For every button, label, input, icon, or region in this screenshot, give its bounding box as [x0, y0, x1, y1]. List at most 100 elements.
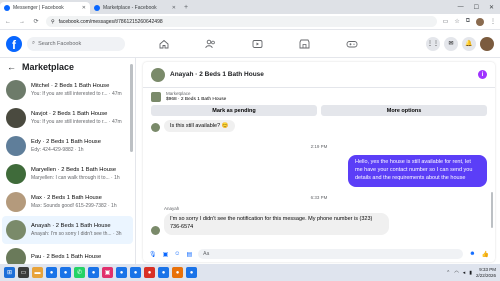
panel-title: Marketplace — [22, 62, 75, 72]
conversation-list-scrollbar[interactable] — [130, 64, 133, 152]
conversation-text: Navjot · 2 Beds 1 Bath House You: If you … — [31, 111, 129, 125]
friends-icon[interactable] — [187, 30, 234, 58]
facebook-main-nav — [140, 30, 375, 58]
close-tab-icon[interactable]: ✕ — [82, 5, 86, 11]
profile-avatar[interactable] — [476, 17, 484, 26]
chrome-icon[interactable]: ● — [158, 267, 169, 278]
chat-scrollbar[interactable] — [491, 192, 493, 228]
back-icon[interactable]: ← — [4, 19, 12, 25]
bookmark-star-icon[interactable]: ☆ — [454, 18, 459, 25]
reload-icon[interactable]: ⟳ — [32, 18, 40, 25]
clock-time: 9:33 PM — [479, 267, 496, 273]
conversation-snippet: Anayah: I'm so sorry I didn't see th... … — [31, 231, 122, 237]
like-icon[interactable]: 👍 — [482, 251, 489, 258]
home-icon[interactable] — [140, 30, 187, 58]
chrome-icon[interactable]: ● — [88, 267, 99, 278]
outgoing-message[interactable]: Hello, yes the house is still available … — [348, 155, 487, 187]
gif-icon[interactable]: ▤ — [186, 251, 192, 258]
chrome-icon[interactable]: ● — [46, 267, 57, 278]
listing-summary[interactable]: Marketplace $968 · 2 Beds 1 Bath House — [143, 88, 495, 105]
sticker-icon[interactable]: ☺ — [174, 251, 180, 257]
conversation-text: Edy · 2 Beds 1 Bath House Edy: 424-429-98… — [31, 139, 129, 153]
conversation-item[interactable]: Navjot · 2 Beds 1 Bath House You: If you … — [0, 104, 135, 132]
facebook-logo[interactable]: f — [6, 35, 22, 52]
messenger-icon[interactable]: ✉ — [444, 36, 458, 51]
file-explorer-icon[interactable]: ▬ — [32, 267, 43, 278]
url-field[interactable]: ⚲ facebook.com/messages/t/78612152606424… — [46, 16, 437, 27]
chat-title[interactable]: Anayah · 2 Beds 1 Bath House — [170, 71, 264, 78]
conversation-item[interactable]: Mitchel · 2 Beds 1 Bath House You: If you… — [0, 76, 135, 104]
whatsapp-icon[interactable]: ✆ — [74, 267, 85, 278]
conversation-name: Maryellen · 2 Beds 1 Bath House — [31, 167, 117, 173]
marketplace-icon[interactable] — [281, 30, 328, 58]
conversation-item[interactable]: Edy · 2 Beds 1 Bath House Edy: 424-429-98… — [0, 132, 135, 160]
windows-start-icon[interactable]: ⊞ — [4, 267, 15, 278]
listing-thumbnail — [151, 91, 161, 102]
address-bar-row: ← → ⟳ ⚲ facebook.com/messages/t/78612152… — [0, 14, 500, 30]
sender-avatar — [151, 225, 160, 235]
message-bubble[interactable]: Is this still available? 😊 — [164, 120, 235, 132]
conversation-text: Pau · 2 Beds 1 Bath House — [31, 254, 129, 262]
system-clock[interactable]: 9:33 PM 2/22/2026 — [476, 267, 496, 278]
close-window-button[interactable]: ✕ — [489, 4, 494, 11]
conversation-item[interactable]: Pau · 2 Beds 1 Bath House — [0, 244, 135, 264]
mark-as-pending-button[interactable]: Mark as pending — [151, 105, 317, 116]
account-avatar[interactable] — [480, 36, 494, 51]
browser-menu-icon[interactable]: ⋮ — [490, 18, 496, 25]
info-icon[interactable]: i — [478, 70, 487, 79]
app-icon[interactable]: ● — [172, 267, 183, 278]
video-icon[interactable] — [234, 30, 281, 58]
app-icon[interactable]: ● — [144, 267, 155, 278]
cast-icon[interactable]: ▭ — [443, 18, 449, 25]
photos-icon[interactable]: ▣ — [102, 267, 113, 278]
facebook-header-right: ⋮⋮ ✉ 🔔 — [426, 36, 494, 51]
emoji-icon[interactable]: ☻ — [469, 251, 475, 257]
minimize-button[interactable]: — — [458, 4, 464, 10]
sender-avatar — [151, 123, 160, 132]
chrome-icon[interactable]: ● — [130, 267, 141, 278]
menu-grid-icon[interactable]: ⋮⋮ — [426, 36, 440, 51]
bell-icon[interactable]: 🔔 — [462, 36, 476, 51]
conversation-item[interactable]: Maryellen · 2 Beds 1 Bath House Maryellen… — [0, 160, 135, 188]
chrome-icon[interactable]: ● — [60, 267, 71, 278]
conversation-text: Maryellen · 2 Beds 1 Bath House Maryellen… — [31, 167, 129, 181]
conversation-avatar — [6, 164, 26, 184]
conversation-text: Anayah · 2 Beds 1 Bath House Anayah: I'm … — [31, 223, 129, 237]
tab-marketplace[interactable]: Marketplace - Facebook ✕ — [90, 2, 180, 14]
conversation-item[interactable]: Max · 2 Beds 1 Bath House Max: Sounds goo… — [0, 188, 135, 216]
listing-price: $968 · 2 Beds 1 Bath House — [166, 97, 227, 102]
volume-icon[interactable]: ◂ — [463, 270, 466, 276]
message-bubble[interactable]: I'm so sorry I didn't see the notificati… — [164, 212, 389, 235]
conversation-snippet: Max: Sounds good! 615-299-7382 · 1h — [31, 203, 117, 209]
battery-icon[interactable]: ▮ — [469, 270, 472, 276]
close-tab-icon[interactable]: ✕ — [172, 5, 176, 11]
maximize-button[interactable]: ☐ — [474, 4, 479, 11]
wifi-icon[interactable]: ◠ — [454, 270, 458, 276]
search-icon: ⌕ — [32, 40, 36, 46]
chat-avatar[interactable] — [151, 67, 165, 82]
conversation-snippet: You: If you are still interested to r...… — [31, 91, 122, 97]
windows-taskbar: ⊞ ▭ ▬ ● ● ✆ ● ▣ ● ● ● ● ● ● ⌃ ◠ ◂ ▮ 9:33… — [0, 264, 500, 281]
photo-icon[interactable]: ▣ — [163, 251, 169, 258]
incoming-message: I'm so sorry I didn't see the notificati… — [143, 212, 495, 235]
chevron-up-icon[interactable]: ⌃ — [446, 270, 450, 276]
forward-icon[interactable]: → — [18, 19, 26, 25]
site-info-icon[interactable]: ⚲ — [51, 19, 55, 25]
chrome-icon[interactable]: ● — [116, 267, 127, 278]
chrome-icon[interactable]: ● — [186, 267, 197, 278]
conversation-snippet: You: If you are still interested to r...… — [31, 119, 122, 125]
new-tab-button[interactable]: + — [184, 2, 188, 14]
back-arrow-icon[interactable]: ← — [7, 62, 16, 72]
extensions-icon[interactable]: ⧉ — [466, 18, 470, 25]
chat-header: Anayah · 2 Beds 1 Bath House i — [143, 62, 495, 88]
url-text: facebook.com/messages/t/7861215260642498 — [58, 18, 163, 25]
gaming-icon[interactable] — [328, 30, 375, 58]
facebook-search-input[interactable]: ⌕ Search Facebook — [27, 36, 125, 51]
task-view-icon[interactable]: ▭ — [18, 267, 29, 278]
microphone-icon[interactable]: 🎙 — [149, 251, 157, 258]
message-input[interactable]: Aa — [198, 249, 464, 259]
tab-messenger[interactable]: Messenger | Facebook ✕ — [0, 2, 90, 14]
more-options-button[interactable]: More options — [321, 105, 487, 116]
conversation-item[interactable]: Anayah · 2 Beds 1 Bath House Anayah: I'm … — [2, 216, 133, 244]
conversation-snippet: Edy: 424-429-9882 · 1h — [31, 147, 84, 153]
